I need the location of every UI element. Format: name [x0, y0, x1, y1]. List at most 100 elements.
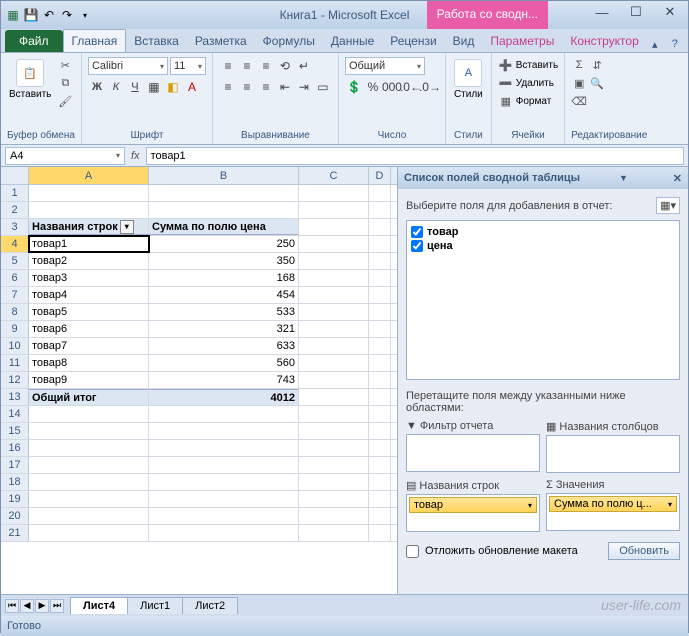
cell[interactable] — [369, 338, 391, 354]
indent-inc-icon[interactable]: ⇥ — [295, 78, 313, 96]
cell[interactable] — [369, 525, 391, 541]
italic-button[interactable]: К — [107, 78, 125, 96]
row-header[interactable]: 4 — [1, 236, 29, 252]
row-header[interactable]: 15 — [1, 423, 29, 439]
sheet-tab[interactable]: Лист2 — [182, 597, 238, 614]
align-center-icon[interactable]: ≡ — [238, 78, 256, 96]
minimize-ribbon-icon[interactable]: ▴ — [647, 36, 663, 52]
layout-options-icon[interactable]: ▦▾ — [656, 197, 680, 214]
cell[interactable]: 743 — [149, 372, 299, 388]
row-header[interactable]: 16 — [1, 440, 29, 456]
row-header[interactable]: 8 — [1, 304, 29, 320]
cell[interactable] — [29, 440, 149, 456]
cell[interactable] — [299, 491, 369, 507]
formula-input[interactable]: товар1 — [146, 147, 684, 165]
field-item-tovar[interactable]: товар — [411, 225, 675, 239]
field-item-cena[interactable]: цена — [411, 239, 675, 253]
name-box[interactable]: A4▾ — [5, 147, 125, 165]
tab-formulas[interactable]: Формулы — [255, 30, 323, 52]
cell[interactable] — [369, 474, 391, 490]
inc-decimal-icon[interactable]: .0← — [402, 78, 420, 96]
row-header[interactable]: 6 — [1, 270, 29, 286]
cell[interactable]: товар2 — [29, 253, 149, 269]
tab-review[interactable]: Рецензи — [382, 30, 444, 52]
defer-update-checkbox[interactable] — [406, 545, 419, 558]
cell[interactable] — [299, 372, 369, 388]
row-header[interactable]: 7 — [1, 287, 29, 303]
minimize-button[interactable]: — — [588, 3, 616, 21]
row-header[interactable]: 14 — [1, 406, 29, 422]
tab-data[interactable]: Данные — [323, 30, 382, 52]
cell[interactable] — [299, 287, 369, 303]
comma-icon[interactable]: 000 — [383, 78, 401, 96]
align-right-icon[interactable]: ≡ — [257, 78, 275, 96]
cell[interactable] — [149, 406, 299, 422]
cell[interactable] — [299, 355, 369, 371]
sheet-tab-active[interactable]: Лист4 — [70, 597, 128, 614]
cell[interactable] — [299, 525, 369, 541]
cell[interactable]: 454 — [149, 287, 299, 303]
percent-icon[interactable]: % — [364, 78, 382, 96]
cell[interactable] — [29, 525, 149, 541]
cell[interactable]: товар6 — [29, 321, 149, 337]
cell[interactable] — [149, 525, 299, 541]
save-icon[interactable]: 💾 — [23, 7, 39, 23]
cell[interactable] — [299, 423, 369, 439]
row-header[interactable]: 12 — [1, 372, 29, 388]
underline-button[interactable]: Ч — [126, 78, 144, 96]
clear-icon[interactable]: ⌫ — [571, 93, 587, 109]
cell[interactable] — [299, 253, 369, 269]
cell[interactable] — [29, 508, 149, 524]
zone-filter[interactable] — [406, 434, 540, 472]
row-header[interactable]: 18 — [1, 474, 29, 490]
orientation-icon[interactable]: ⟲ — [276, 57, 294, 75]
copy-icon[interactable]: ⧉ — [57, 75, 73, 91]
cell[interactable] — [369, 423, 391, 439]
cell[interactable] — [29, 491, 149, 507]
cell[interactable]: 633 — [149, 338, 299, 354]
merge-icon[interactable]: ▭ — [314, 78, 332, 96]
tab-view[interactable]: Вид — [445, 30, 483, 52]
col-header-b[interactable]: B — [149, 167, 299, 184]
row-header[interactable]: 19 — [1, 491, 29, 507]
cell[interactable] — [369, 491, 391, 507]
row-header[interactable]: 17 — [1, 457, 29, 473]
redo-icon[interactable]: ↷ — [59, 7, 75, 23]
row-header[interactable]: 3 — [1, 219, 29, 235]
cell[interactable] — [29, 474, 149, 490]
find-icon[interactable]: 🔍 — [589, 75, 605, 91]
cell[interactable] — [369, 287, 391, 303]
wrap-text-icon[interactable]: ↵ — [295, 57, 313, 75]
row-header[interactable]: 9 — [1, 321, 29, 337]
tab-parameters[interactable]: Параметры — [482, 30, 562, 52]
tab-nav-prev-icon[interactable]: ◀ — [20, 599, 34, 613]
cell[interactable] — [299, 474, 369, 490]
cell[interactable] — [299, 304, 369, 320]
autosum-icon[interactable]: Σ — [571, 57, 587, 73]
cell[interactable]: товар5 — [29, 304, 149, 320]
insert-cells-button[interactable]: ➕Вставить — [498, 57, 558, 73]
cell[interactable] — [369, 304, 391, 320]
field-checkbox[interactable] — [411, 226, 423, 238]
align-top-icon[interactable]: ≡ — [219, 57, 237, 75]
delete-cells-button[interactable]: ➖Удалить — [498, 75, 554, 91]
cell[interactable]: 350 — [149, 253, 299, 269]
font-size-combo[interactable]: 11▾ — [170, 57, 206, 75]
cell[interactable] — [369, 372, 391, 388]
filter-dropdown-icon[interactable]: ▾ — [120, 220, 134, 234]
update-button[interactable]: Обновить — [608, 542, 680, 560]
pane-close-icon[interactable]: ✕ — [673, 172, 682, 185]
fx-button[interactable]: fx — [131, 150, 140, 162]
cell[interactable] — [299, 508, 369, 524]
cell[interactable]: товар3 — [29, 270, 149, 286]
row-header[interactable]: 21 — [1, 525, 29, 541]
cell[interactable]: 321 — [149, 321, 299, 337]
pane-dropdown-icon[interactable]: ▼ — [619, 173, 628, 183]
cell[interactable]: товар4 — [29, 287, 149, 303]
cell[interactable] — [299, 338, 369, 354]
cell[interactable] — [369, 508, 391, 524]
cell[interactable] — [369, 321, 391, 337]
tab-insert[interactable]: Вставка — [126, 30, 187, 52]
cell[interactable]: 250 — [149, 236, 299, 252]
cell[interactable] — [369, 270, 391, 286]
